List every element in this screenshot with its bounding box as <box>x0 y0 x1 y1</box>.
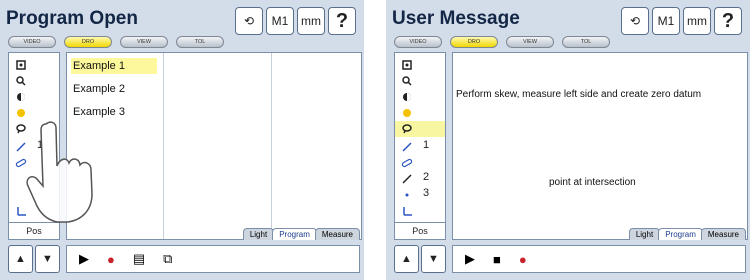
contrast-icon[interactable] <box>401 91 413 103</box>
target-icon[interactable] <box>15 59 27 71</box>
tool-number: 1 <box>423 139 430 151</box>
up-arrow-button[interactable]: ▲ <box>8 245 33 273</box>
program-list: Example 1 Example 2 Example 3 <box>66 52 362 240</box>
message-line: Perform skew, measure left side and crea… <box>456 89 702 100</box>
tab-light[interactable]: Light <box>628 228 661 240</box>
top-button-group: ⟲ M1 mm ? <box>235 7 356 35</box>
undo-button[interactable]: ⟲ <box>621 7 649 35</box>
message-area: Perform skew, measure left side and crea… <box>452 52 748 240</box>
tab-tol[interactable]: TOL <box>176 36 224 48</box>
list-icon[interactable]: ▤ <box>133 251 145 267</box>
tab-program[interactable]: Program <box>658 228 703 240</box>
line-icon[interactable] <box>401 141 413 153</box>
pos-button[interactable]: Pos <box>395 222 445 239</box>
list-item[interactable]: Example 1 <box>73 60 125 72</box>
target-icon[interactable] <box>401 59 413 71</box>
magnifier-icon[interactable] <box>15 75 27 87</box>
m1-button[interactable]: M1 <box>266 7 294 35</box>
bottom-tabs: Light Program Measure <box>242 228 360 240</box>
contrast-icon[interactable] <box>15 91 27 103</box>
record-icon[interactable]: ● <box>107 252 115 267</box>
page-title: User Message <box>392 8 520 29</box>
light-icon[interactable] <box>401 107 413 119</box>
tab-program[interactable]: Program <box>272 228 317 240</box>
units-button[interactable]: mm <box>297 7 325 35</box>
record-icon[interactable]: ● <box>519 252 527 267</box>
control-bar: ▶ ● ▤ ⧉ <box>66 245 360 273</box>
help-button[interactable]: ? <box>714 7 742 35</box>
scroll-buttons: ▲ ▼ <box>8 245 60 273</box>
tab-video[interactable]: VIDEO <box>394 36 442 48</box>
up-arrow-button[interactable]: ▲ <box>394 245 419 273</box>
stop-icon[interactable]: ■ <box>493 252 501 267</box>
tab-measure[interactable]: Measure <box>314 228 360 240</box>
tab-dro[interactable]: DRO <box>450 36 498 48</box>
program-open-panel: Program Open ⟲ M1 mm ? VIDEO DRO VIEW TO… <box>0 0 364 280</box>
column-divider <box>271 53 272 239</box>
copy-icon[interactable]: ⧉ <box>163 251 172 267</box>
list-item[interactable]: Example 2 <box>73 83 125 95</box>
units-button[interactable]: mm <box>683 7 711 35</box>
tab-view[interactable]: VIEW <box>120 36 168 48</box>
tool-number: 3 <box>423 187 430 199</box>
message-icon[interactable] <box>401 123 413 135</box>
user-message-panel: User Message ⟲ M1 mm ? VIDEO DRO VIEW TO… <box>386 0 750 280</box>
top-button-group: ⟲ M1 mm ? <box>621 7 742 35</box>
tool-column: 1 2 3 Pos <box>394 52 446 240</box>
play-icon[interactable]: ▶ <box>465 251 475 267</box>
slot-icon[interactable] <box>401 157 413 169</box>
view-tabs: VIDEO DRO VIEW TOL <box>8 36 224 48</box>
help-button[interactable]: ? <box>328 7 356 35</box>
play-icon[interactable]: ▶ <box>79 251 89 267</box>
down-arrow-button[interactable]: ▼ <box>35 245 60 273</box>
tab-view[interactable]: VIEW <box>506 36 554 48</box>
tab-measure[interactable]: Measure <box>700 228 746 240</box>
down-arrow-button[interactable]: ▼ <box>421 245 446 273</box>
axis-icon[interactable] <box>401 205 413 217</box>
page-title: Program Open <box>6 8 138 29</box>
tool-number: 2 <box>423 171 430 183</box>
scroll-buttons: ▲ ▼ <box>394 245 446 273</box>
undo-button[interactable]: ⟲ <box>235 7 263 35</box>
hand-pointer-icon <box>26 121 93 223</box>
magnifier-icon[interactable] <box>401 75 413 87</box>
list-item[interactable]: Example 3 <box>73 106 125 118</box>
message-line: point at intersection <box>549 177 636 188</box>
tab-dro[interactable]: DRO <box>64 36 112 48</box>
tab-video[interactable]: VIDEO <box>8 36 56 48</box>
line-icon[interactable] <box>401 173 413 185</box>
m1-button[interactable]: M1 <box>652 7 680 35</box>
column-divider <box>163 53 164 239</box>
point-icon[interactable] <box>401 189 413 201</box>
tab-light[interactable]: Light <box>242 228 275 240</box>
view-tabs: VIDEO DRO VIEW TOL <box>394 36 610 48</box>
tab-tol[interactable]: TOL <box>562 36 610 48</box>
bottom-tabs: Light Program Measure <box>628 228 746 240</box>
control-bar: ▶ ■ ● <box>452 245 746 273</box>
